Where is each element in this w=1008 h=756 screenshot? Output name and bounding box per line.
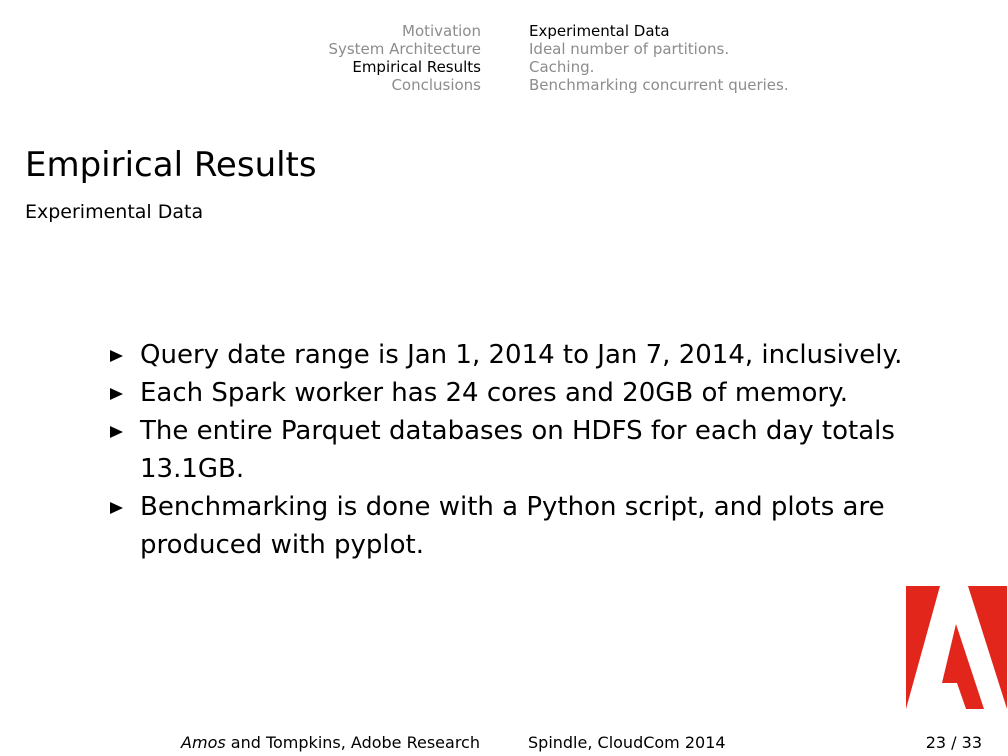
bullet-item: Each Spark worker has 24 cores and 20GB … [108,374,908,412]
nav-section-motivation[interactable]: Motivation [328,22,481,40]
triangle-bullet-icon [110,388,123,400]
nav-subsection-concurrent-queries[interactable]: Benchmarking concurrent queries. [529,76,789,94]
bullet-item: Benchmarking is done with a Python scrip… [108,488,908,564]
footer-author-italic: Amos [181,733,226,752]
nav-subsection-caching[interactable]: Caching. [529,58,789,76]
nav-subsection-experimental-data[interactable]: Experimental Data [529,22,789,40]
footer-authors: Amos and Tompkins, Adobe Research [181,732,480,754]
bullet-list: Query date range is Jan 1, 2014 to Jan 7… [108,336,908,564]
section-nav: Motivation System Architecture Empirical… [328,22,481,94]
bullet-item: The entire Parquet databases on HDFS for… [108,412,908,488]
footer: Amos and Tompkins, Adobe Research Spindl… [0,732,1008,754]
bullet-text: The entire Parquet databases on HDFS for… [140,416,895,484]
frame-subtitle: Experimental Data [25,201,204,223]
nav-section-system-architecture[interactable]: System Architecture [328,40,481,58]
triangle-bullet-icon [110,350,123,362]
bullet-text: Each Spark worker has 24 cores and 20GB … [140,378,849,408]
footer-author-rest: and Tompkins, Adobe Research [225,733,480,752]
nav-section-conclusions[interactable]: Conclusions [328,76,481,94]
nav-subsection-ideal-partitions[interactable]: Ideal number of partitions. [529,40,789,58]
nav-section-empirical-results[interactable]: Empirical Results [328,58,481,76]
bullet-item: Query date range is Jan 1, 2014 to Jan 7… [108,336,908,374]
triangle-bullet-icon [110,502,123,514]
adobe-logo-icon [906,586,1007,709]
triangle-bullet-icon [110,426,123,438]
footer-talk-title: Spindle, CloudCom 2014 [528,733,726,752]
bullet-text: Benchmarking is done with a Python scrip… [140,492,885,560]
bullet-text: Query date range is Jan 1, 2014 to Jan 7… [140,340,903,370]
footer-page-number: 23 / 33 [925,733,982,752]
subsection-nav: Experimental Data Ideal number of partit… [529,22,789,94]
frame-title: Empirical Results [25,145,317,185]
